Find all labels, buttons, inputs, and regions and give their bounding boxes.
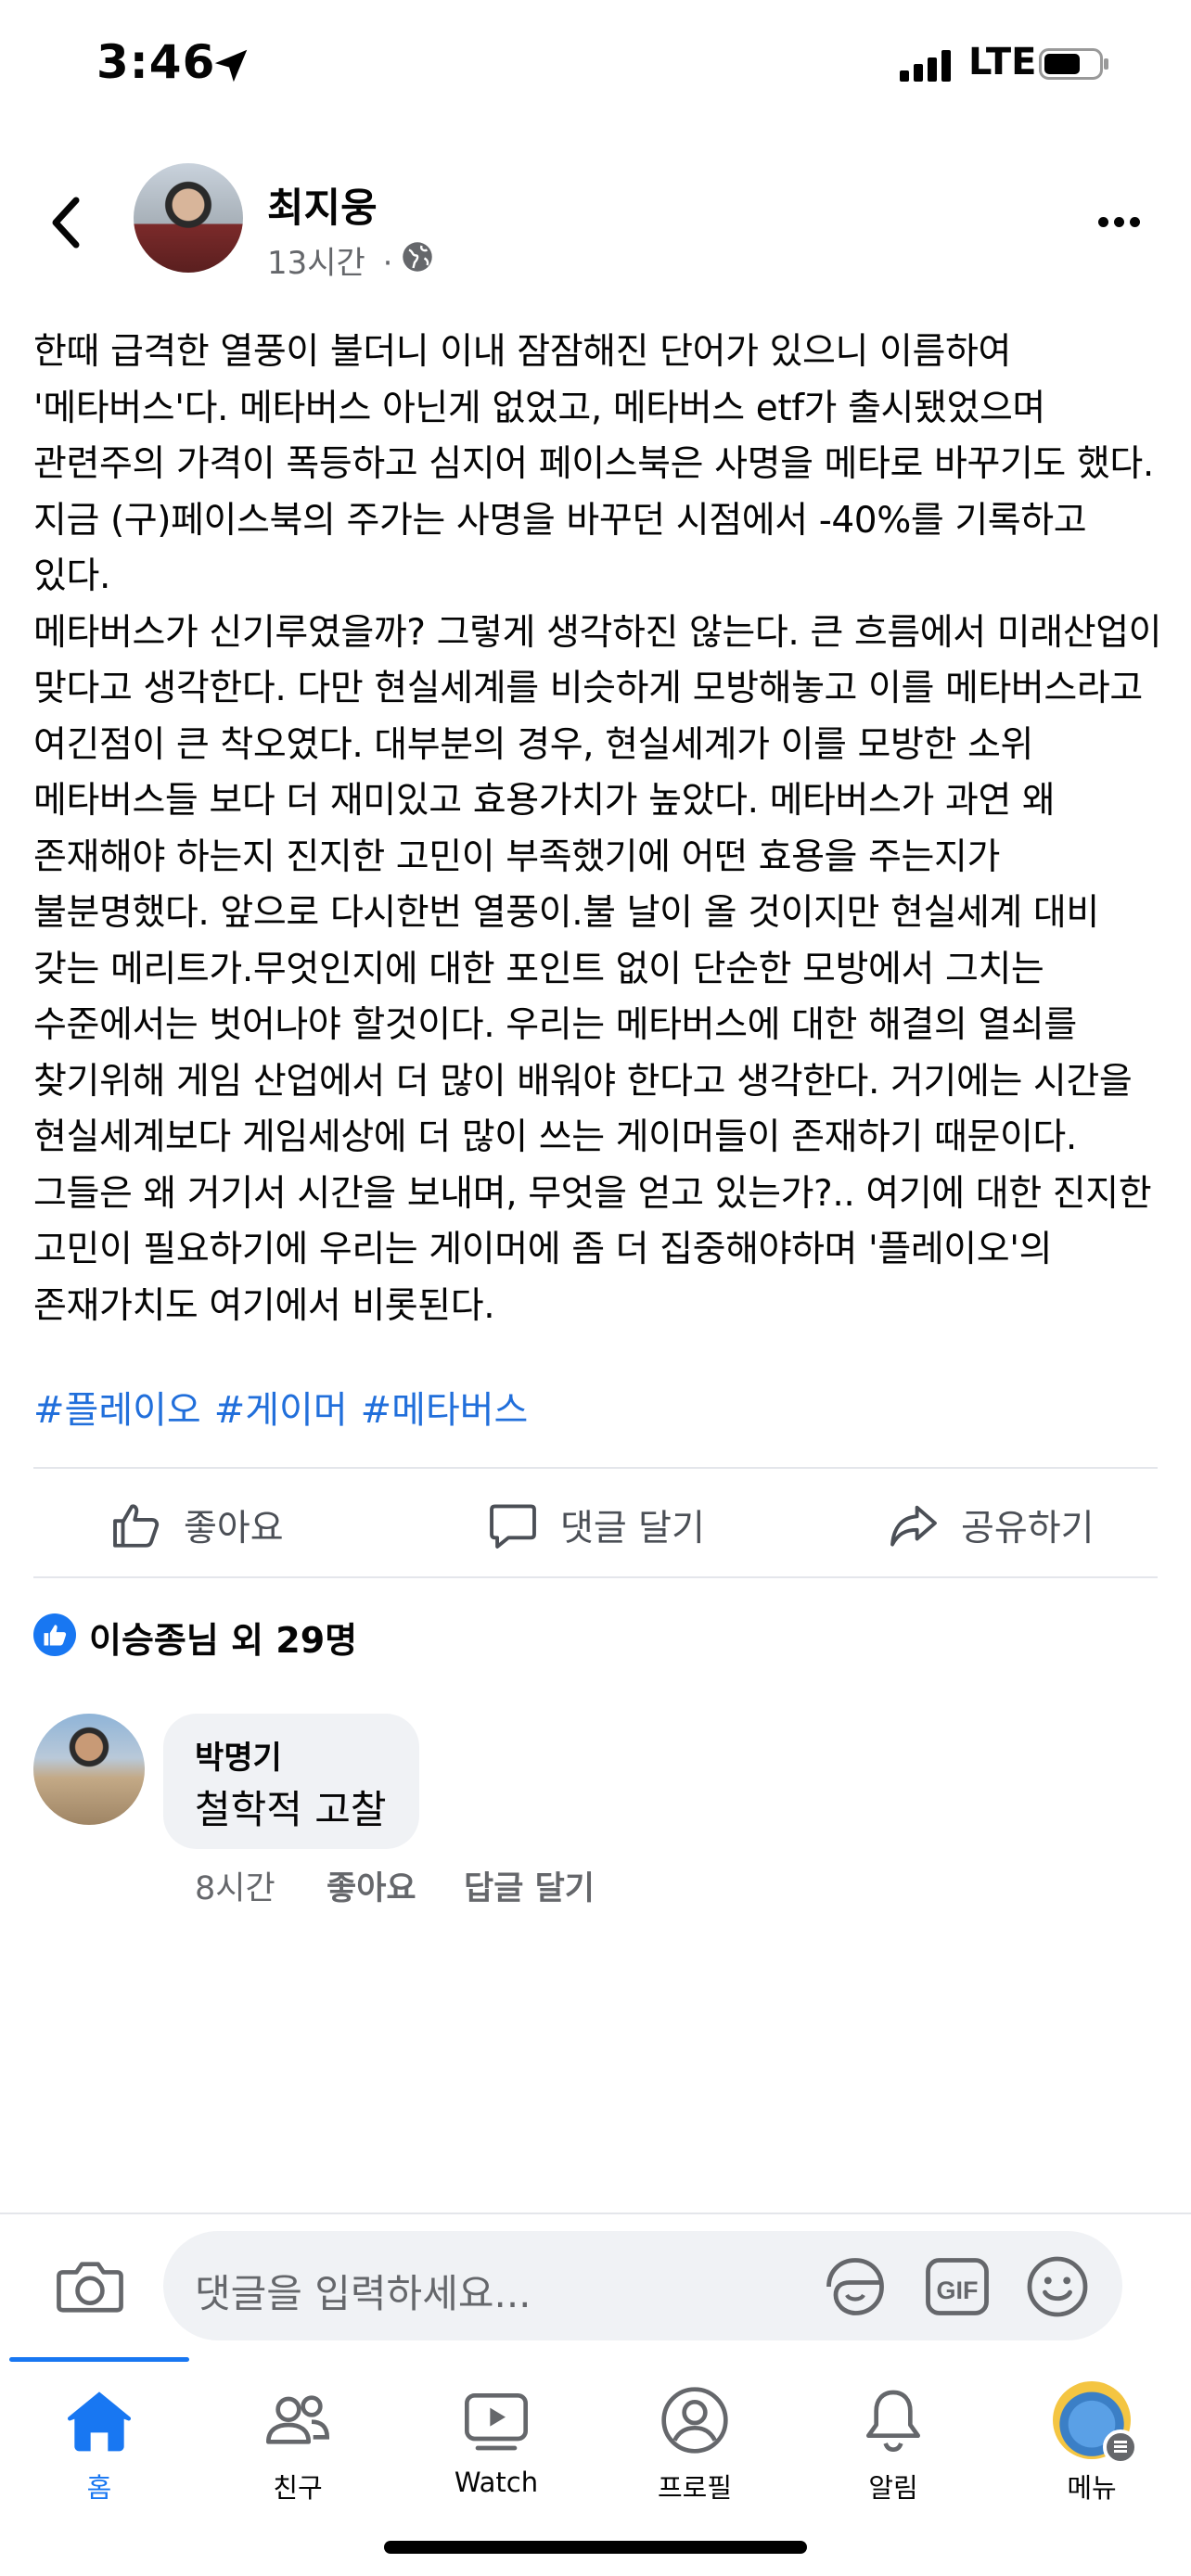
divider <box>33 1576 1158 1578</box>
tab-label: 친구 <box>273 2472 323 2504</box>
tab-watch[interactable]: Watch <box>397 2383 596 2498</box>
divider <box>0 2213 1191 2214</box>
author-name[interactable]: 최지웅 <box>267 176 378 234</box>
tab-profile[interactable]: 프로필 <box>596 2383 794 2506</box>
battery-icon <box>1039 48 1108 80</box>
friends-icon <box>266 2395 330 2444</box>
menu-lines-icon <box>1103 2429 1138 2465</box>
menu-avatar-icon <box>1053 2381 1138 2465</box>
tab-label: Watch <box>454 2467 539 2498</box>
sticker-icon[interactable] <box>822 2253 889 2320</box>
share-button[interactable]: 공유하기 <box>887 1493 1095 1558</box>
hashtag-list: #플레이오 #게이머 #메타버스 <box>33 1380 541 1434</box>
comment-text: 철학적 고찰 <box>195 1787 387 1832</box>
comment-time: 8시간 <box>195 1870 275 1907</box>
home-indicator[interactable] <box>384 2541 807 2554</box>
gif-label: GIF <box>937 2276 979 2304</box>
author-avatar[interactable] <box>134 163 243 273</box>
tab-label: 홈 <box>86 2472 112 2504</box>
tab-label: 프로필 <box>657 2472 733 2504</box>
comment-reply-button[interactable]: 답글 달기 <box>464 1862 595 1909</box>
location-arrow-icon <box>214 49 248 83</box>
hashtag-link[interactable]: #플레이오 <box>33 1389 201 1432</box>
back-chevron-icon[interactable] <box>48 195 85 250</box>
emoji-icon[interactable] <box>1024 2253 1091 2320</box>
status-time: 3:46 <box>96 35 216 89</box>
thumbs-up-icon <box>113 1504 160 1548</box>
tab-notifications[interactable]: 알림 <box>794 2383 992 2506</box>
profile-icon <box>661 2387 728 2454</box>
like-button[interactable]: 좋아요 <box>109 1493 284 1558</box>
home-icon <box>67 2391 132 2452</box>
tab-label: 메뉴 <box>1067 2472 1117 2504</box>
bell-icon <box>866 2390 920 2453</box>
more-options-icon[interactable] <box>1098 213 1146 231</box>
post-meta: 13시간 · <box>267 237 392 283</box>
comment-like-button[interactable]: 좋아요 <box>327 1862 416 1909</box>
signal-icon <box>900 50 955 82</box>
speech-bubble-icon <box>490 1504 536 1549</box>
reaction-summary[interactable]: 이승종님 외 29명 <box>89 1612 357 1663</box>
meta-separator: · <box>382 245 393 282</box>
post-body: 한때 급격한 열풍이 불더니 이내 잠잠해진 단어가 있으니 이름하여 '메타버… <box>33 331 1162 1327</box>
share-label: 공유하기 <box>961 1508 1095 1549</box>
watch-icon <box>465 2393 528 2451</box>
comment-author[interactable]: 박명기 <box>195 1732 282 1778</box>
commenter-avatar[interactable] <box>33 1714 145 1825</box>
active-tab-indicator <box>9 2357 189 2362</box>
tab-friends[interactable]: 친구 <box>198 2383 397 2506</box>
tab-home[interactable]: 홈 <box>0 2383 198 2506</box>
comment-input-placeholder[interactable]: 댓글을 입력하세요... <box>195 2263 531 2319</box>
camera-icon[interactable] <box>54 2253 126 2318</box>
hashtag-link[interactable]: #메타버스 <box>361 1389 529 1432</box>
hashtag-link[interactable]: #게이머 <box>214 1389 348 1432</box>
tab-label: 알림 <box>868 2472 918 2504</box>
divider <box>33 1467 1158 1469</box>
like-label: 좋아요 <box>184 1508 284 1549</box>
post-time[interactable]: 13시간 <box>267 245 365 282</box>
comment-button[interactable]: 댓글 달기 <box>486 1493 705 1558</box>
comment-label: 댓글 달기 <box>560 1508 705 1549</box>
globe-icon <box>403 242 432 272</box>
network-label: LTE <box>968 41 1037 83</box>
like-reaction-icon <box>33 1613 76 1656</box>
share-arrow-icon <box>890 1505 937 1547</box>
tab-menu[interactable]: 메뉴 <box>992 2381 1191 2506</box>
gif-icon[interactable]: GIF <box>924 2255 991 2318</box>
